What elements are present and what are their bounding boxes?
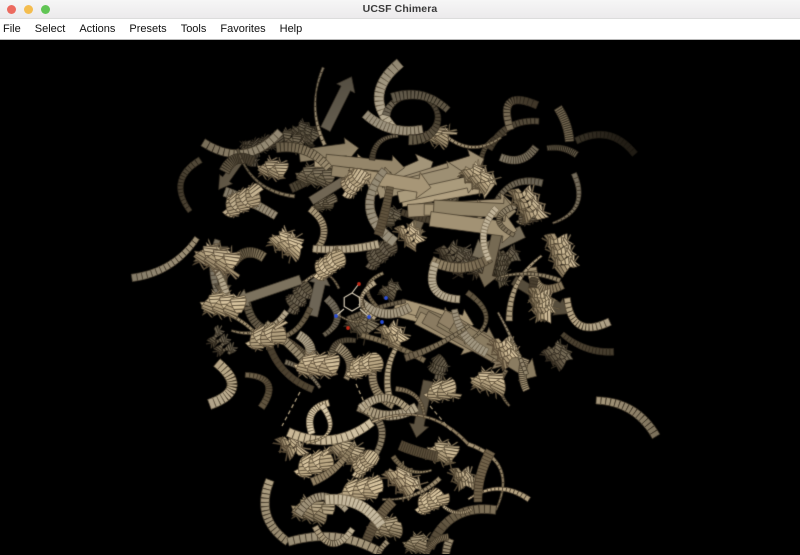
window-controls — [7, 0, 50, 19]
chimera-main-window: UCSF Chimera File Select Actions Presets… — [0, 0, 800, 555]
minimize-window-button[interactable] — [24, 5, 33, 14]
title-bar[interactable]: UCSF Chimera — [0, 0, 800, 19]
menu-tools[interactable]: Tools — [174, 19, 214, 39]
molecular-3d-viewport[interactable] — [0, 40, 800, 554]
maximize-window-button[interactable] — [41, 5, 50, 14]
menu-actions[interactable]: Actions — [72, 19, 122, 39]
menu-presets[interactable]: Presets — [122, 19, 173, 39]
protein-ribbon-rendering[interactable] — [0, 40, 800, 554]
menu-help[interactable]: Help — [273, 19, 310, 39]
menu-favorites[interactable]: Favorites — [213, 19, 272, 39]
close-window-button[interactable] — [7, 5, 16, 14]
menu-bar: File Select Actions Presets Tools Favori… — [0, 19, 800, 40]
window-title: UCSF Chimera — [362, 2, 438, 15]
menu-file[interactable]: File — [0, 19, 28, 39]
menu-select[interactable]: Select — [28, 19, 73, 39]
